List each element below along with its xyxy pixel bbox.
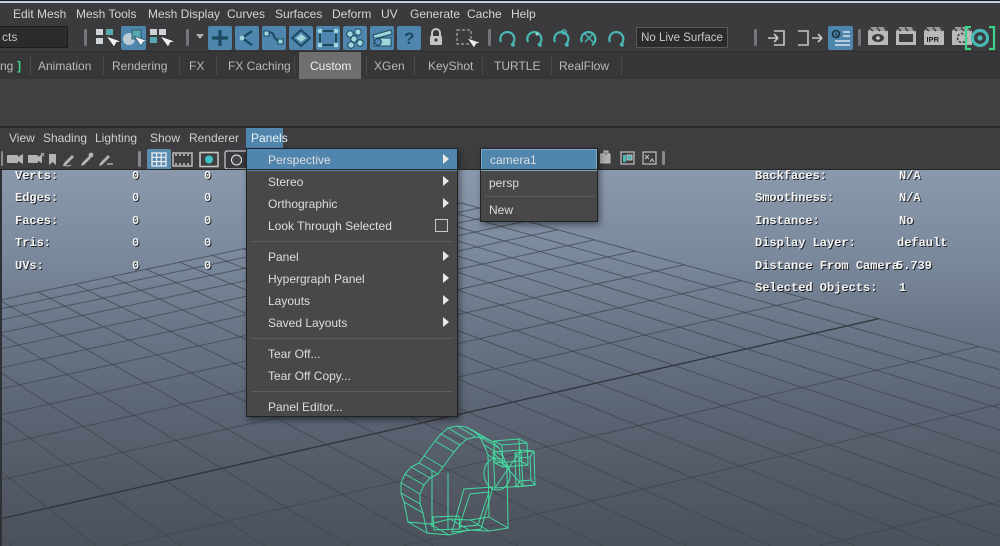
svg-text:?: ? — [404, 29, 414, 48]
svg-text:IPR: IPR — [927, 35, 940, 44]
